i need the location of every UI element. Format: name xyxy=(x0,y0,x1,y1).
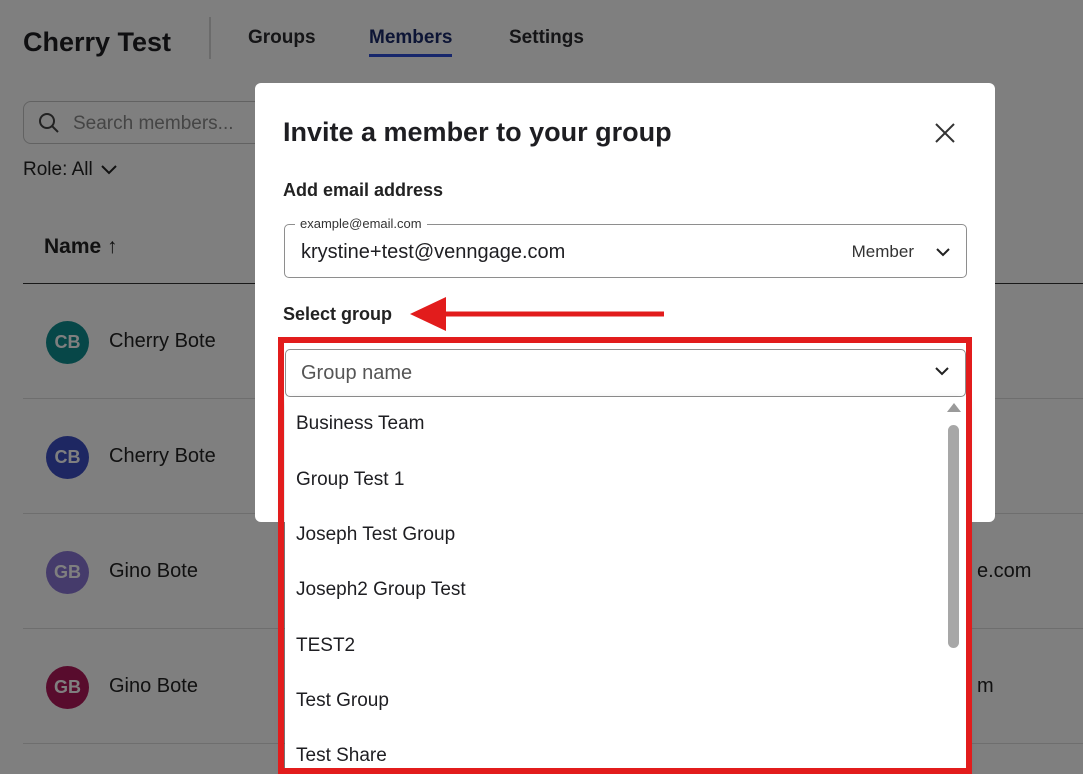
email-field[interactable]: example@email.com krystine+test@venngage… xyxy=(284,216,967,278)
modal-title: Invite a member to your group xyxy=(283,117,672,147)
scroll-up-arrow-icon[interactable] xyxy=(947,403,961,412)
dropdown-option[interactable]: Test Group xyxy=(296,690,389,712)
email-value: krystine+test@venngage.com xyxy=(301,241,566,263)
dropdown-option[interactable]: Test Share xyxy=(296,745,387,767)
chevron-down-icon xyxy=(935,367,949,376)
role-select[interactable]: Member xyxy=(852,242,950,262)
dropdown-option[interactable]: Joseph Test Group xyxy=(296,524,455,546)
group-select-placeholder: Group name xyxy=(301,362,413,384)
close-button[interactable] xyxy=(931,119,959,147)
dropdown-option[interactable]: Joseph2 Group Test xyxy=(296,579,466,601)
close-icon xyxy=(935,123,955,143)
chevron-down-icon xyxy=(936,247,950,256)
scroll-thumb[interactable] xyxy=(948,425,959,648)
group-select[interactable]: Group name xyxy=(285,349,966,397)
group-dropdown-list: Business Team Group Test 1 Joseph Test G… xyxy=(285,397,966,774)
dropdown-option[interactable]: TEST2 xyxy=(296,635,355,657)
select-group-label: Select group xyxy=(283,304,393,324)
dropdown-scrollbar[interactable] xyxy=(946,403,962,763)
dropdown-option[interactable]: Business Team xyxy=(296,413,425,435)
role-select-value: Member xyxy=(851,242,914,261)
email-label: Add email address xyxy=(283,180,444,200)
email-field-legend: example@email.com xyxy=(295,216,427,231)
dropdown-option[interactable]: Group Test 1 xyxy=(296,469,404,491)
